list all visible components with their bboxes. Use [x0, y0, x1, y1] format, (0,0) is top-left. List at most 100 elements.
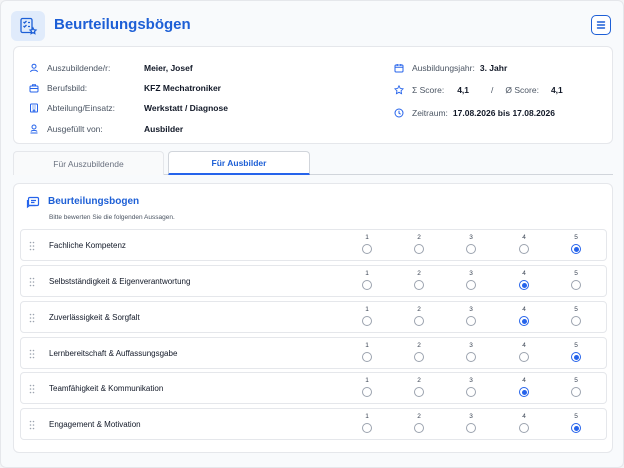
- rating-radio[interactable]: [519, 316, 529, 326]
- rating-option: 4: [516, 412, 532, 433]
- period-value: 17.08.2026 bis 17.08.2026: [452, 108, 555, 118]
- rating-number: 1: [365, 234, 369, 241]
- rating-number: 3: [469, 413, 473, 420]
- rating-number: 4: [522, 234, 526, 241]
- job-label: Berufsbild:: [47, 83, 88, 93]
- rating-radio[interactable]: [571, 423, 581, 433]
- rating-number: 5: [574, 377, 578, 384]
- rating-option: 5: [568, 233, 584, 254]
- tab-auszubildende[interactable]: Für Auszubildende: [13, 151, 164, 175]
- rating-radio[interactable]: [571, 280, 581, 290]
- question-label: Selbstständigkeit & Eigenverantwortung: [49, 276, 191, 286]
- message-icon: [26, 196, 40, 209]
- rating-number: 1: [365, 270, 369, 277]
- tab-ausbilder[interactable]: Für Ausbilder: [168, 151, 310, 175]
- drag-handle-icon[interactable]: [29, 384, 35, 394]
- rating-number: 2: [417, 306, 421, 313]
- drag-handle-icon[interactable]: [29, 420, 35, 430]
- rating-number: 3: [469, 342, 473, 349]
- rating-number: 3: [469, 270, 473, 277]
- period-label: Zeitraum:: [412, 108, 448, 118]
- score-separator: /: [491, 85, 494, 95]
- rating-radio[interactable]: [519, 352, 529, 362]
- job-value: KFZ Mechatroniker: [144, 83, 221, 93]
- rating-option: 3: [463, 269, 479, 290]
- rating-radio[interactable]: [519, 423, 529, 433]
- rating-number: 3: [469, 306, 473, 313]
- rating-radio[interactable]: [362, 387, 372, 397]
- rating-number: 1: [365, 377, 369, 384]
- form-title: Beurteilungsbogen: [48, 196, 140, 207]
- rating-radio[interactable]: [362, 280, 372, 290]
- rating-radio[interactable]: [414, 423, 424, 433]
- rating-radio[interactable]: [466, 316, 476, 326]
- rating-option: 5: [568, 341, 584, 362]
- question-label: Teamfähigkeit & Kommunikation: [49, 383, 164, 393]
- menu-button[interactable]: [591, 15, 611, 35]
- rating-radio[interactable]: [414, 316, 424, 326]
- filled-value: Ausbilder: [144, 124, 184, 134]
- drag-handle-icon[interactable]: [29, 313, 35, 323]
- star-icon: [394, 85, 404, 95]
- rating-option: 5: [568, 412, 584, 433]
- rating-radio[interactable]: [519, 280, 529, 290]
- rating-radio[interactable]: [571, 352, 581, 362]
- rating-radio[interactable]: [571, 244, 581, 254]
- rating-radio[interactable]: [362, 423, 372, 433]
- drag-handle-icon[interactable]: [29, 241, 35, 251]
- rating-radio[interactable]: [466, 280, 476, 290]
- rating-option: 4: [516, 376, 532, 397]
- rating-radio[interactable]: [466, 387, 476, 397]
- question-label: Engagement & Motivation: [49, 419, 141, 429]
- rating-radio[interactable]: [362, 244, 372, 254]
- avg-score-value: 4,1: [550, 85, 563, 95]
- rating-radio[interactable]: [362, 352, 372, 362]
- drag-handle-icon[interactable]: [29, 277, 35, 287]
- rating-radio[interactable]: [414, 387, 424, 397]
- rating-number: 1: [365, 306, 369, 313]
- rating-radio[interactable]: [571, 387, 581, 397]
- year-value: 3. Jahr: [479, 63, 508, 73]
- rating-option: 1: [359, 233, 375, 254]
- clock-icon: [394, 108, 404, 118]
- rating-radio[interactable]: [414, 352, 424, 362]
- checklist-star-icon: [11, 11, 45, 41]
- rating-option: 2: [411, 341, 427, 362]
- rating-radio[interactable]: [571, 316, 581, 326]
- rating-radio[interactable]: [414, 280, 424, 290]
- question-label: Fachliche Kompetenz: [49, 240, 126, 250]
- rating-number: 1: [365, 342, 369, 349]
- year-row: Ausbildungsjahr: 3. Jahr: [394, 61, 507, 75]
- header: Beurteilungsbögen: [1, 1, 623, 47]
- rating-option: 4: [516, 233, 532, 254]
- dept-label: Abteilung/Einsatz:: [47, 103, 116, 113]
- rating-number: 4: [522, 377, 526, 384]
- rating-number: 5: [574, 342, 578, 349]
- rating-radio[interactable]: [362, 316, 372, 326]
- page-title: Beurteilungsbögen: [54, 16, 191, 33]
- briefcase-icon: [29, 83, 39, 93]
- rating-radio[interactable]: [466, 244, 476, 254]
- trainee-label: Auszubildende/r:: [47, 63, 111, 73]
- rating-radio[interactable]: [466, 423, 476, 433]
- rating-number: 4: [522, 270, 526, 277]
- rating-option: 3: [463, 412, 479, 433]
- rating-option: 5: [568, 376, 584, 397]
- dept-value: Werkstatt / Diagnose: [144, 103, 228, 113]
- info-card: Auszubildende/r: Meier, Josef Berufsbild…: [13, 46, 613, 144]
- rating-option: 2: [411, 412, 427, 433]
- rating-number: 2: [417, 270, 421, 277]
- question-row: Lernbereitschaft & Auffassungsgabe 1 2 3 4 5: [20, 337, 607, 369]
- rating-option: 1: [359, 341, 375, 362]
- question-row: Selbstständigkeit & Eigenverantwortung 1 2…: [20, 265, 607, 297]
- period-row: Zeitraum: 17.08.2026 bis 17.08.2026: [394, 106, 555, 120]
- rating-radio[interactable]: [519, 387, 529, 397]
- question-label: Lernbereitschaft & Auffassungsgabe: [49, 348, 178, 358]
- rating-radio[interactable]: [414, 244, 424, 254]
- rating-radio[interactable]: [519, 244, 529, 254]
- dept-row: Abteilung/Einsatz: Werkstatt / Diagnose: [29, 101, 228, 115]
- trainee-value: Meier, Josef: [144, 63, 193, 73]
- rating-option: 5: [568, 269, 584, 290]
- rating-radio[interactable]: [466, 352, 476, 362]
- drag-handle-icon[interactable]: [29, 349, 35, 359]
